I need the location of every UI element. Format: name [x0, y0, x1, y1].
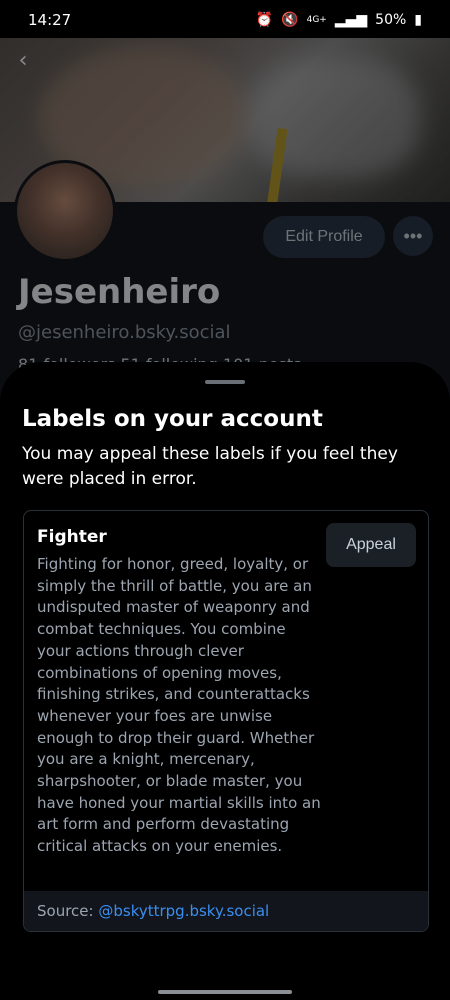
sheet-title: Labels on your account	[22, 406, 323, 432]
sheet-drag-handle[interactable]	[205, 380, 245, 384]
labels-bottom-sheet: Labels on your account You may appeal th…	[0, 362, 450, 1000]
status-bar: 14:27 ⏰ 🔇 4G+ ▂▄▆ 50% ▮	[0, 0, 450, 40]
label-source: Source: @bskyttrpg.bsky.social	[24, 891, 428, 931]
backdrop-overlay[interactable]	[0, 38, 450, 402]
battery-icon: ▮	[414, 12, 422, 28]
label-description: Fighting for honor, greed, loyalty, or s…	[37, 555, 321, 856]
appeal-button[interactable]: Appeal	[326, 523, 416, 567]
network-label: 4G+	[306, 15, 327, 25]
alarm-icon: ⏰	[255, 12, 274, 28]
source-link[interactable]: @bskyttrpg.bsky.social	[98, 902, 269, 920]
home-indicator[interactable]	[158, 990, 292, 994]
source-prefix: Source:	[37, 902, 94, 920]
label-card: Fighter Appeal Fighting for honor, greed…	[23, 510, 429, 932]
signal-icon: ▂▄▆	[334, 12, 368, 28]
status-icons: ⏰ 🔇 4G+ ▂▄▆ 50% ▮	[256, 12, 422, 28]
label-name: Fighter	[37, 527, 107, 547]
mute-icon: 🔇	[281, 12, 299, 28]
battery-level: 50%	[375, 12, 407, 28]
sheet-description: You may appeal these labels if you feel …	[22, 444, 398, 489]
status-time: 14:27	[28, 11, 72, 29]
